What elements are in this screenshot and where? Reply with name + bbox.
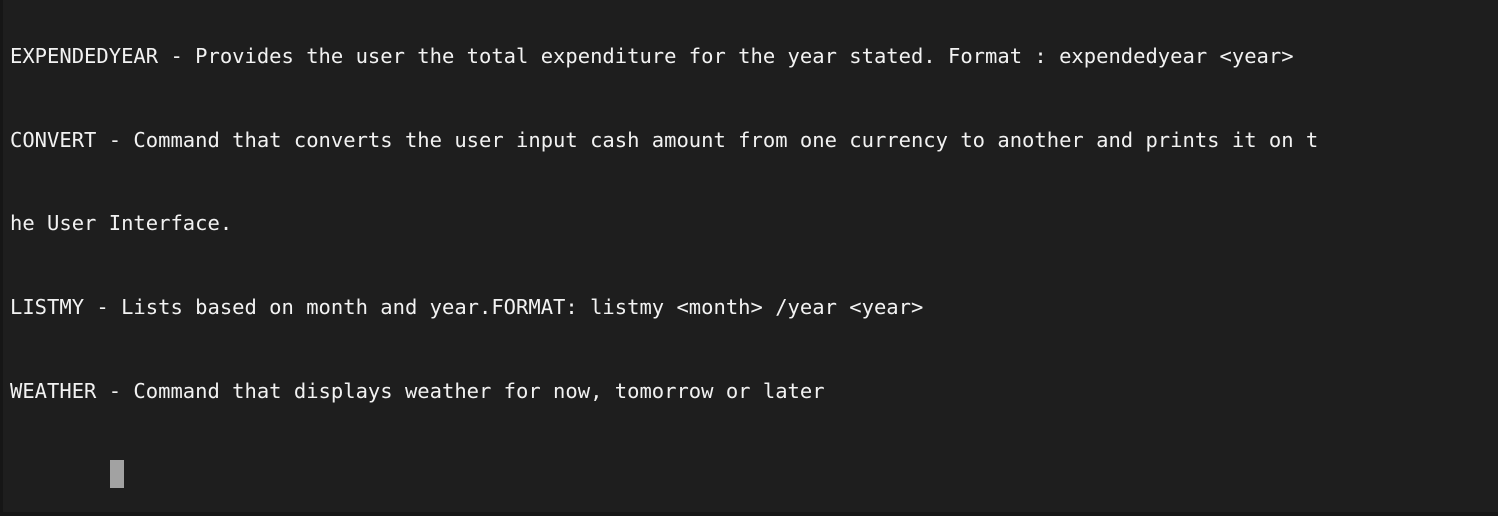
terminal-console[interactable]: EXPENDEDYEAR - Provides the user the tot… xyxy=(0,0,1498,516)
terminal-output: EXPENDEDYEAR - Provides the user the tot… xyxy=(10,0,1498,516)
window-left-edge xyxy=(0,0,3,516)
terminal-line: EXPENDEDYEAR - Provides the user the tot… xyxy=(10,43,1294,68)
terminal-line: WEATHER - Command that displays weather … xyxy=(10,378,825,403)
terminal-line: LISTMY - Lists based on month and year.F… xyxy=(10,294,924,319)
terminal-line: CONVERT - Command that converts the user… xyxy=(10,127,1319,152)
terminal-line: he User Interface. xyxy=(10,211,233,236)
text-cursor-icon xyxy=(110,460,124,488)
